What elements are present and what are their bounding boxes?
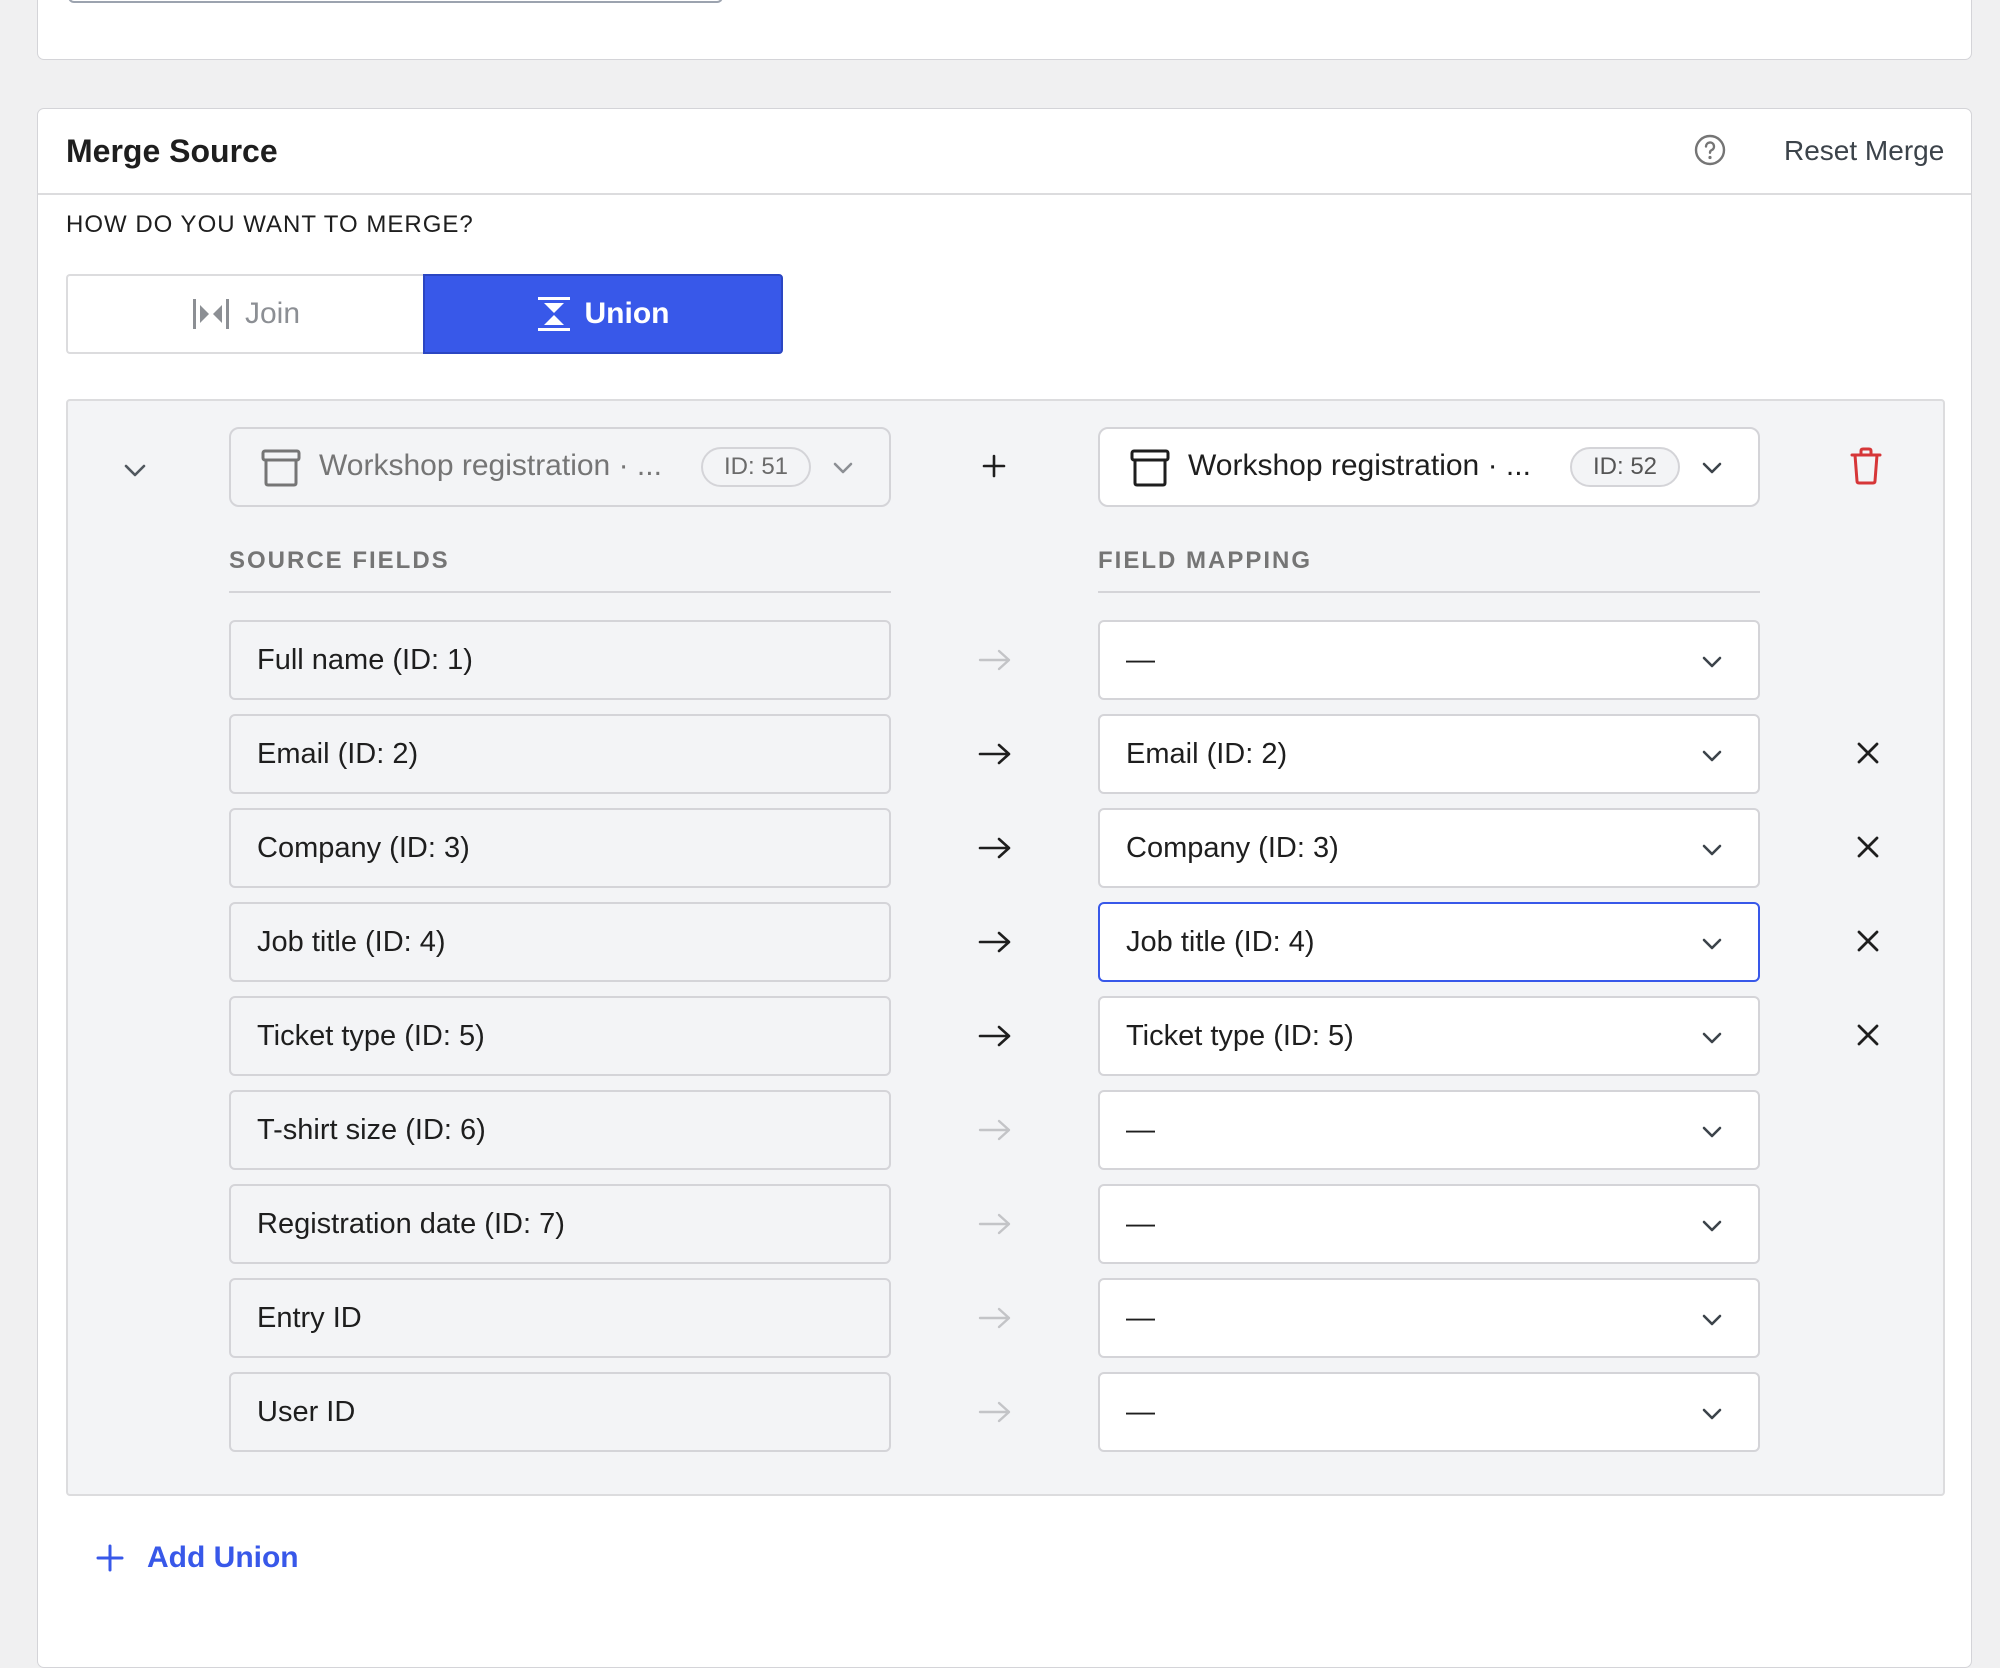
field-mapping-select[interactable]: Company (ID: 3): [1098, 808, 1760, 888]
arrow-right-icon: [978, 649, 1011, 671]
card-title: Merge Source: [66, 133, 278, 169]
previous-section-input[interactable]: [68, 0, 723, 3]
arrow-right-icon: [978, 1307, 1011, 1329]
mapping-row: User ID —: [68, 1372, 1943, 1452]
merge-source-card: Merge Source Reset Merge HOW DO YOU WANT…: [37, 108, 1972, 1668]
target-form-id-badge: ID: 52: [1570, 447, 1680, 487]
field-mapping-value: Ticket type (ID: 5): [1126, 1020, 1354, 1052]
chevron-down-icon: [1702, 938, 1722, 950]
source-field: Full name (ID: 1): [229, 620, 891, 700]
arrow-right-icon: [978, 837, 1011, 859]
clear-mapping-icon[interactable]: [1854, 739, 1882, 767]
field-mapping-value: Company (ID: 3): [1126, 832, 1339, 864]
field-mapping-select[interactable]: —: [1098, 1090, 1760, 1170]
mapping-row: Registration date (ID: 7) —: [68, 1184, 1943, 1264]
source-field: T-shirt size (ID: 6): [229, 1090, 891, 1170]
field-mapping-value: Job title (ID: 4): [1126, 926, 1315, 958]
arrow-right-icon: [978, 1119, 1011, 1141]
union-option-label: Union: [584, 297, 670, 330]
chevron-down-icon[interactable]: [120, 455, 150, 485]
merge-question-label: HOW DO YOU WANT TO MERGE?: [66, 211, 474, 238]
clear-mapping-icon[interactable]: [1854, 927, 1882, 955]
card-header: Merge Source Reset Merge: [38, 109, 1971, 195]
chevron-down-icon: [833, 462, 853, 474]
mapping-row: Ticket type (ID: 5) Ticket type (ID: 5): [68, 996, 1943, 1076]
chevron-down-icon: [1702, 844, 1722, 856]
clear-mapping-icon[interactable]: [1854, 1021, 1882, 1049]
mapping-row: Full name (ID: 1) —: [68, 620, 1943, 700]
field-mapping-value: —: [1126, 1302, 1155, 1334]
source-form-id-badge: ID: 51: [701, 447, 811, 487]
plus-icon: [982, 454, 1006, 478]
source-field: Ticket type (ID: 5): [229, 996, 891, 1076]
arrow-right-icon: [978, 1025, 1011, 1047]
chevron-down-icon: [1702, 1220, 1722, 1232]
field-mapping-value: —: [1126, 1114, 1155, 1146]
form-box-icon: [1130, 449, 1170, 487]
chevron-down-icon: [1702, 1408, 1722, 1420]
source-form-name: Workshop registration · ...: [319, 449, 662, 482]
mapping-row: Entry ID —: [68, 1278, 1943, 1358]
source-field: Job title (ID: 4): [229, 902, 891, 982]
chevron-down-icon: [1702, 462, 1722, 474]
chevron-down-icon: [1702, 1314, 1722, 1326]
mapping-row: Company (ID: 3) Company (ID: 3): [68, 808, 1943, 888]
field-mapping-value: —: [1126, 644, 1155, 676]
chevron-down-icon: [1702, 656, 1722, 668]
source-field: User ID: [229, 1372, 891, 1452]
field-mapping-select[interactable]: Email (ID: 2): [1098, 714, 1760, 794]
union-option-button[interactable]: Union: [423, 274, 783, 354]
add-union-button[interactable]: Add Union: [95, 1541, 299, 1575]
source-form-select[interactable]: Workshop registration · ... ID: 51: [229, 427, 891, 507]
arrow-right-icon: [978, 931, 1011, 953]
field-mapping-value: Email (ID: 2): [1126, 738, 1288, 770]
chevron-down-icon: [1702, 1032, 1722, 1044]
source-field: Company (ID: 3): [229, 808, 891, 888]
field-mapping-select[interactable]: —: [1098, 620, 1760, 700]
arrow-right-icon: [978, 743, 1011, 765]
arrow-right-icon: [978, 1401, 1011, 1423]
union-panel: Workshop registration · ... ID: 51 Works…: [66, 399, 1945, 1496]
field-mapping-value: —: [1126, 1208, 1155, 1240]
join-icon: [192, 299, 229, 329]
field-mapping-select[interactable]: Job title (ID: 4): [1098, 902, 1760, 982]
source-field: Registration date (ID: 7): [229, 1184, 891, 1264]
target-form-name: Workshop registration · ...: [1188, 449, 1531, 482]
trash-icon[interactable]: [1849, 447, 1883, 485]
target-form-select[interactable]: Workshop registration · ... ID: 52: [1098, 427, 1760, 507]
union-icon: [537, 297, 570, 331]
mapping-row: Job title (ID: 4) Job title (ID: 4): [68, 902, 1943, 982]
plus-icon: [96, 1544, 124, 1572]
form-box-icon: [261, 449, 301, 487]
question-circle-icon[interactable]: [1693, 133, 1727, 167]
chevron-down-icon: [1702, 750, 1722, 762]
field-mapping-select[interactable]: —: [1098, 1372, 1760, 1452]
field-mapping-select[interactable]: —: [1098, 1278, 1760, 1358]
mapping-row: Email (ID: 2) Email (ID: 2): [68, 714, 1943, 794]
join-option-button[interactable]: Join: [66, 274, 423, 354]
field-mapping-header: FIELD MAPPING: [1098, 547, 1760, 593]
field-mapping-value: —: [1126, 1396, 1155, 1428]
field-mapping-select[interactable]: Ticket type (ID: 5): [1098, 996, 1760, 1076]
source-field: Email (ID: 2): [229, 714, 891, 794]
mapping-row: T-shirt size (ID: 6) —: [68, 1090, 1943, 1170]
add-union-label: Add Union: [147, 1541, 299, 1574]
previous-section-card: [37, 0, 1972, 60]
clear-mapping-icon[interactable]: [1854, 833, 1882, 861]
arrow-right-icon: [978, 1213, 1011, 1235]
field-mapping-select[interactable]: —: [1098, 1184, 1760, 1264]
join-option-label: Join: [244, 297, 301, 330]
chevron-down-icon: [1702, 1126, 1722, 1138]
source-fields-header: SOURCE FIELDS: [229, 547, 891, 593]
source-field: Entry ID: [229, 1278, 891, 1358]
reset-merge-link[interactable]: Reset Merge: [1784, 135, 1944, 167]
